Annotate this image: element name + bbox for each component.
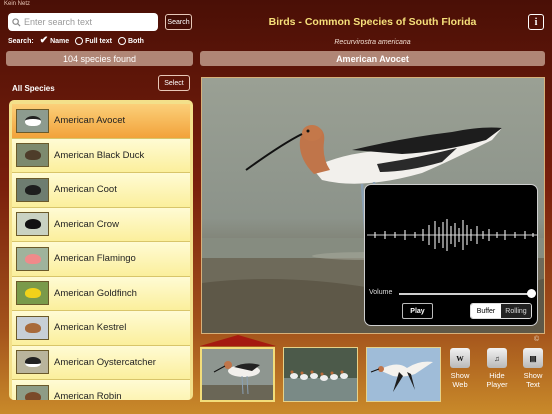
list-heading: All Species [12, 84, 55, 93]
buffer-mode-button[interactable]: Buffer [471, 304, 501, 318]
status-carrier: Kein Netz [4, 1, 31, 7]
audio-player: Volume Play Buffer Rolling [364, 184, 538, 326]
volume-knob[interactable] [527, 289, 536, 298]
show-text-label: Show Text [523, 371, 543, 389]
scientific-name: Recurvirostra americana [334, 39, 411, 46]
avocet-thumbnail [16, 108, 49, 133]
photo-thumbnail-2[interactable] [283, 347, 358, 402]
avocet-thumb-image [202, 349, 273, 400]
radio-icon [118, 37, 126, 45]
option-full-text-label: Full text [85, 37, 112, 45]
checkmark-icon: ✔ [39, 35, 49, 46]
list-item[interactable]: American Oystercatcher [12, 345, 190, 380]
search-options: Search: ✔ Name Full text Both [8, 35, 144, 46]
play-button[interactable]: Play [402, 303, 433, 319]
photo-thumbnail-3[interactable] [366, 347, 441, 402]
crow-thumbnail [16, 212, 49, 237]
app-title: Birds - Common Species of South Florida [268, 16, 477, 28]
wikipedia-icon: W [450, 348, 470, 368]
coot-thumbnail [16, 177, 49, 202]
select-button[interactable]: Select [158, 75, 190, 91]
list-item-label: American Goldfinch [54, 287, 137, 299]
robin-thumbnail [16, 384, 49, 400]
list-item-label: American Coot [54, 184, 117, 196]
list-item-label: American Robin [54, 391, 122, 400]
oystercatcher-thumbnail [16, 350, 49, 375]
copyright-icon[interactable]: © [534, 336, 539, 343]
search-input[interactable] [24, 17, 152, 27]
info-button[interactable]: i [528, 14, 544, 30]
show-text-button[interactable]: ▤ Show Text [519, 348, 547, 389]
duck-thumbnail [16, 143, 49, 168]
mode-toggle[interactable]: Buffer Rolling [470, 303, 532, 319]
results-count: 104 species found [6, 51, 193, 66]
list-item[interactable]: American Black Duck [12, 138, 190, 173]
show-web-label: Show Web [450, 371, 470, 389]
flock-thumb-image [284, 348, 357, 401]
list-item-label: American Flamingo [54, 253, 136, 265]
option-both[interactable]: Both [118, 37, 144, 45]
kestrel-thumbnail [16, 315, 49, 340]
option-both-label: Both [128, 37, 144, 45]
option-name-label: Name [50, 37, 70, 45]
goldfinch-thumbnail [16, 281, 49, 306]
list-item-label: American Oystercatcher [54, 356, 156, 368]
search-button[interactable]: Search [165, 14, 192, 30]
hide-player-label: Hide Player [486, 371, 508, 389]
common-name: American Avocet [200, 51, 545, 66]
list-item[interactable]: American Goldfinch [12, 276, 190, 311]
list-item-label: American Kestrel [54, 322, 127, 334]
radio-icon [75, 37, 84, 45]
search-icon [12, 17, 21, 27]
document-icon: ▤ [523, 348, 543, 368]
hide-player-button[interactable]: ♫ Hide Player [484, 348, 510, 389]
volume-label: Volume [369, 289, 393, 296]
waveform [367, 219, 537, 251]
list-item-label: American Crow [54, 218, 119, 230]
species-list[interactable]: American Avocet American Black Duck Amer… [9, 100, 193, 400]
search-field[interactable] [8, 13, 158, 31]
photo-thumbnail-1[interactable] [200, 347, 275, 402]
flamingo-thumbnail [16, 246, 49, 271]
music-note-icon: ♫ [487, 348, 507, 368]
list-item[interactable]: American Avocet [12, 104, 190, 139]
list-item[interactable]: American Coot [12, 173, 190, 208]
list-item[interactable]: American Flamingo [12, 242, 190, 277]
flight-thumb-image [367, 348, 440, 401]
rolling-mode-button[interactable]: Rolling [501, 304, 531, 318]
option-name[interactable]: ✔ Name [39, 35, 70, 46]
search-label: Search: [8, 37, 34, 45]
show-web-button[interactable]: W Show Web [447, 348, 473, 389]
list-item-label: American Black Duck [54, 149, 145, 161]
selection-arrow-icon [200, 335, 276, 346]
list-item[interactable]: American Crow [12, 207, 190, 242]
list-item-label: American Avocet [54, 115, 126, 127]
list-item[interactable]: American Kestrel [12, 311, 190, 346]
volume-slider[interactable] [399, 293, 531, 295]
list-item[interactable]: American Robin [12, 380, 190, 400]
option-full-text[interactable]: Full text [75, 37, 112, 45]
